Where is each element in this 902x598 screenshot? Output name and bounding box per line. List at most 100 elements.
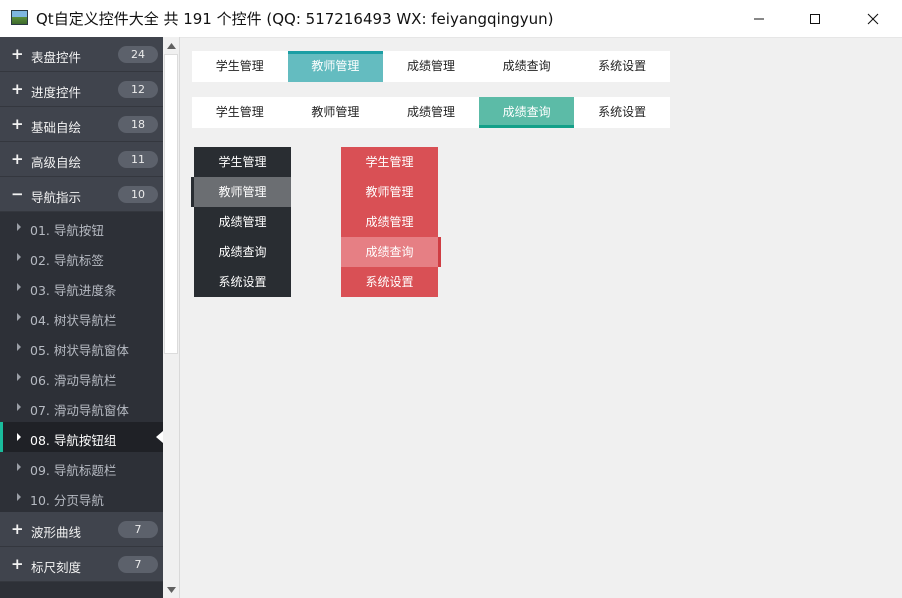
nav-button-label: 成绩查询: [365, 245, 414, 259]
nav-button-label: 教师管理: [311, 59, 360, 73]
nav-button-students[interactable]: 学生管理: [341, 147, 438, 177]
scroll-up-button[interactable]: [163, 37, 180, 54]
sidebar-group-dial[interactable]: + 表盘控件 24: [0, 37, 163, 72]
nav-button-group-second: 学生管理 教师管理 成绩管理 成绩查询 系统设置: [192, 97, 670, 128]
nav-button-settings[interactable]: 系统设置: [574, 97, 670, 128]
nav-button-group-vertical-red: 学生管理 教师管理 成绩管理 成绩查询 系统设置: [341, 147, 441, 297]
nav-button-teachers[interactable]: 教师管理: [288, 97, 384, 128]
sidebar-group-label: 基础自绘: [31, 120, 82, 135]
minus-icon: −: [11, 185, 24, 203]
nav-button-grades[interactable]: 成绩管理: [341, 207, 438, 237]
selection-indicator: [287, 51, 384, 54]
sidebar-item-label: 08. 导航按钮组: [30, 433, 117, 448]
selection-indicator: [438, 237, 441, 267]
caret-right-icon: [17, 313, 21, 321]
sidebar-item[interactable]: 03. 导航进度条: [0, 272, 163, 302]
sidebar-item-label: 02. 导航标签: [30, 253, 104, 268]
caret-right-icon: [17, 403, 21, 411]
sidebar-group-label: 高级自绘: [31, 155, 82, 170]
sidebar-item[interactable]: 09. 导航标题栏: [0, 452, 163, 482]
selection-indicator: [478, 125, 575, 128]
plus-icon: +: [11, 45, 24, 63]
sidebar-item[interactable]: 10. 分页导航: [0, 482, 163, 512]
sidebar-item-label: 07. 滑动导航窗体: [30, 403, 129, 418]
sidebar-group-label: 导航指示: [31, 190, 82, 205]
triangle-down-icon: [167, 586, 176, 593]
sidebar-group-basic-draw[interactable]: + 基础自绘 18: [0, 107, 163, 142]
window-title: Qt自定义控件大全 共 191 个控件 (QQ: 517216493 WX: f…: [36, 10, 554, 28]
caret-right-icon: [17, 283, 21, 291]
sidebar-item-label: 06. 滑动导航栏: [30, 373, 117, 388]
scroll-thumb[interactable]: [164, 54, 178, 354]
sidebar-item-label: 03. 导航进度条: [30, 283, 117, 298]
scroll-down-button[interactable]: [163, 581, 180, 598]
nav-button-teachers-selected[interactable]: 教师管理: [287, 51, 384, 82]
plus-icon: +: [11, 115, 24, 133]
sidebar-item[interactable]: 07. 滑动导航窗体: [0, 392, 163, 422]
sidebar-group-ruler[interactable]: + 标尺刻度 7: [0, 547, 163, 582]
nav-button-group-vertical-dark: 学生管理 教师管理 成绩管理 成绩查询 系统设置: [191, 147, 291, 297]
count-badge: 11: [118, 151, 158, 168]
sidebar-item[interactable]: 01. 导航按钮: [0, 212, 163, 242]
title-bar: Qt自定义控件大全 共 191 个控件 (QQ: 517216493 WX: f…: [0, 0, 902, 38]
nav-button-settings[interactable]: 系统设置: [341, 267, 438, 297]
maximize-button[interactable]: [786, 0, 844, 37]
selection-indicator: [191, 177, 194, 207]
plus-icon: +: [11, 520, 24, 538]
close-icon: [867, 13, 879, 24]
plus-icon: +: [11, 555, 24, 573]
selection-indicator: [0, 422, 3, 452]
sidebar-group-progress[interactable]: + 进度控件 12: [0, 72, 163, 107]
sidebar-item-label: 04. 树状导航栏: [30, 313, 117, 328]
nav-button-grade-query-selected[interactable]: 成绩查询: [478, 97, 575, 128]
minimize-button[interactable]: [730, 0, 788, 37]
sidebar-group-label: 波形曲线: [31, 525, 82, 540]
nav-button-grades[interactable]: 成绩管理: [194, 207, 291, 237]
count-badge: 7: [118, 556, 158, 573]
sidebar-group-label: 表盘控件: [31, 50, 82, 65]
sidebar-group-navigation[interactable]: − 导航指示 10: [0, 177, 163, 212]
triangle-up-icon: [167, 42, 176, 49]
sidebar-scrollbar[interactable]: [163, 37, 180, 598]
nav-button-settings[interactable]: 系统设置: [574, 51, 670, 82]
count-badge: 18: [118, 116, 158, 133]
caret-right-icon: [17, 343, 21, 351]
sidebar-item-label: 01. 导航按钮: [30, 223, 104, 238]
nav-button-teachers-selected[interactable]: 教师管理: [191, 177, 291, 207]
sidebar-item-label: 09. 导航标题栏: [30, 463, 117, 478]
nav-button-students[interactable]: 学生管理: [192, 97, 288, 128]
close-button[interactable]: [844, 0, 902, 37]
count-badge: 7: [118, 521, 158, 538]
count-badge: 24: [118, 46, 158, 63]
sidebar-item[interactable]: 05. 树状导航窗体: [0, 332, 163, 362]
sidebar-item-label: 10. 分页导航: [30, 493, 104, 508]
nav-button-grade-query[interactable]: 成绩查询: [194, 237, 291, 267]
sidebar-group-waveform[interactable]: + 波形曲线 7: [0, 512, 163, 547]
caret-right-icon: [17, 463, 21, 471]
caret-right-icon: [17, 223, 21, 231]
sidebar-item[interactable]: 04. 树状导航栏: [0, 302, 163, 332]
sidebar-item[interactable]: 02. 导航标签: [0, 242, 163, 272]
nav-button-group-top: 学生管理 教师管理 成绩管理 成绩查询 系统设置: [192, 51, 670, 82]
sidebar-item-selected[interactable]: 08. 导航按钮组: [0, 422, 163, 452]
caret-right-icon: [17, 253, 21, 261]
sidebar-nav: + 表盘控件 24 + 进度控件 12 + 基础自绘 18 + 高级自绘 11 …: [0, 37, 163, 598]
nav-button-students[interactable]: 学生管理: [192, 51, 288, 82]
nav-button-grades[interactable]: 成绩管理: [383, 97, 479, 128]
nav-button-label: 成绩查询: [502, 105, 551, 119]
caret-right-icon: [17, 493, 21, 501]
maximize-icon: [810, 13, 820, 24]
nav-button-grade-query-selected[interactable]: 成绩查询: [341, 237, 441, 267]
caret-right-icon: [17, 373, 21, 381]
nav-button-label: 教师管理: [218, 185, 267, 199]
sidebar-item[interactable]: 06. 滑动导航栏: [0, 362, 163, 392]
nav-button-teachers[interactable]: 教师管理: [341, 177, 438, 207]
nav-button-students[interactable]: 学生管理: [194, 147, 291, 177]
nav-button-grades[interactable]: 成绩管理: [383, 51, 479, 82]
app-icon: [11, 10, 28, 25]
sidebar-group-advanced-draw[interactable]: + 高级自绘 11: [0, 142, 163, 177]
sidebar-group-label: 标尺刻度: [31, 560, 82, 575]
nav-button-grade-query[interactable]: 成绩查询: [479, 51, 575, 82]
count-badge: 10: [118, 186, 158, 203]
nav-button-settings[interactable]: 系统设置: [194, 267, 291, 297]
